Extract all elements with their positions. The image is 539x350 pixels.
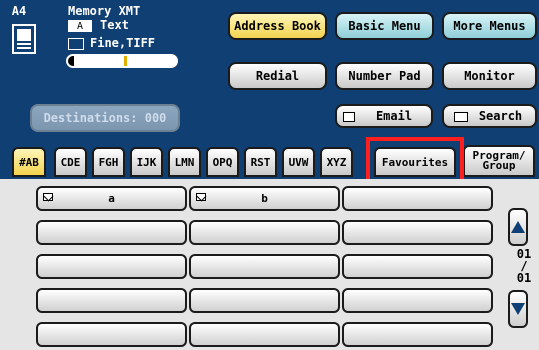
status-panel: A4 Memory XMT A Text Fine,TIFF Destinati… [8, 4, 216, 132]
fax-screen: A4 Memory XMT A Text Fine,TIFF Destinati… [0, 0, 539, 350]
empty-entry[interactable] [36, 322, 187, 347]
tab-opq[interactable]: OPQ [206, 147, 239, 177]
email-button[interactable]: Email [335, 104, 433, 128]
tab-fgh[interactable]: FGH [92, 147, 125, 177]
tab-program-group[interactable]: Program/ Group [463, 145, 535, 177]
address-grid: a b 01 / 01 [0, 179, 539, 350]
search-button[interactable]: Search [442, 104, 537, 128]
tab-ijk[interactable]: IJK [130, 147, 163, 177]
mode-text: Text [100, 18, 129, 32]
email-icon [343, 112, 355, 122]
empty-entry[interactable] [189, 220, 340, 245]
total-pages: 01 [516, 271, 532, 285]
empty-entry[interactable] [342, 220, 493, 245]
scan-icon [12, 24, 36, 54]
contrast-bar [66, 54, 178, 68]
empty-entry[interactable] [36, 288, 187, 313]
monitor-button[interactable]: Monitor [442, 62, 537, 90]
top-panel: A4 Memory XMT A Text Fine,TIFF Destinati… [0, 0, 539, 139]
empty-entry[interactable] [189, 254, 340, 279]
destinations-button[interactable]: Destinations: 000 [30, 104, 180, 132]
basic-menu-button[interactable]: Basic Menu [335, 12, 434, 40]
empty-entry[interactable] [189, 322, 340, 347]
paper-size: A4 [11, 4, 27, 18]
entry-b[interactable]: b [189, 186, 340, 211]
scroll-down-button[interactable] [508, 290, 528, 328]
group-label: Group [482, 159, 516, 172]
search-label: Search [478, 109, 523, 123]
empty-entry[interactable] [342, 254, 493, 279]
tab-lmn[interactable]: LMN [168, 147, 201, 177]
tab-ab[interactable]: #AB [12, 147, 46, 177]
more-menus-button[interactable]: More Menus [442, 12, 537, 40]
empty-entry[interactable] [342, 186, 493, 211]
empty-entry[interactable] [36, 254, 187, 279]
book-icon [454, 112, 468, 122]
number-pad-button[interactable]: Number Pad [335, 62, 434, 90]
tab-rst[interactable]: RST [244, 147, 277, 177]
mail-icon [43, 193, 53, 201]
resolution-icon [68, 38, 84, 50]
page-indicator: 01 / 01 [509, 248, 539, 284]
tab-cde[interactable]: CDE [54, 147, 87, 177]
scroll-up-button[interactable] [508, 208, 528, 246]
empty-entry[interactable] [342, 288, 493, 313]
mail-icon [196, 193, 206, 201]
redial-button[interactable]: Redial [228, 62, 327, 90]
empty-entry[interactable] [189, 288, 340, 313]
entry-a[interactable]: a [36, 186, 187, 211]
tab-xyz[interactable]: XYZ [320, 147, 353, 177]
arrow-down-icon [511, 303, 525, 315]
arrow-up-icon [511, 221, 525, 233]
resolution: Fine,TIFF [90, 36, 156, 50]
text-icon: A [68, 20, 92, 32]
email-label: Email [375, 109, 413, 123]
empty-entry[interactable] [342, 322, 493, 347]
tab-uvw[interactable]: UVW [282, 147, 315, 177]
memory-xmt: Memory XMT [68, 4, 141, 18]
empty-entry[interactable] [36, 220, 187, 245]
address-book-button[interactable]: Address Book [228, 12, 327, 40]
